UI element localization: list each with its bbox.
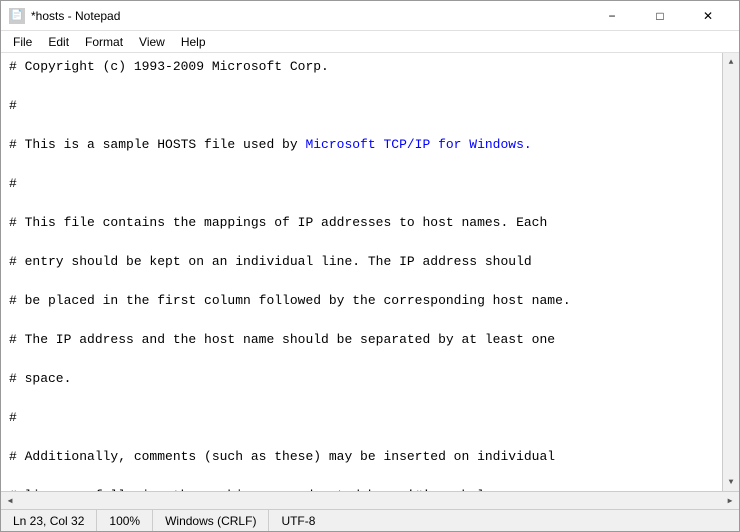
app-icon: 📄 <box>9 8 25 24</box>
title-bar: 📄 *hosts - Notepad − □ ✕ <box>1 1 739 31</box>
line-1: # Copyright (c) 1993-2009 Microsoft Corp… <box>9 57 714 77</box>
line-4: # <box>9 174 714 194</box>
menu-file[interactable]: File <box>5 33 40 51</box>
line-6: # entry should be kept on an individual … <box>9 252 714 272</box>
close-button[interactable]: ✕ <box>685 2 731 30</box>
title-bar-left: 📄 *hosts - Notepad <box>9 8 120 24</box>
status-line-ending: Windows (CRLF) <box>153 510 269 531</box>
scroll-down-arrow[interactable]: ▼ <box>723 473 740 491</box>
line-9: # space. <box>9 369 714 389</box>
scroll-up-arrow[interactable]: ▲ <box>723 53 740 71</box>
line-2: # <box>9 96 714 116</box>
menu-view[interactable]: View <box>131 33 173 51</box>
line-11: # Additionally, comments (such as these)… <box>9 447 714 467</box>
status-bar: Ln 23, Col 32 100% Windows (CRLF) UTF-8 <box>1 509 739 531</box>
blue-link-text: Microsoft TCP/IP for Windows. <box>305 137 531 152</box>
vertical-scrollbar[interactable]: ▲ ▼ <box>722 53 739 491</box>
window-title: *hosts - Notepad <box>31 9 120 23</box>
scroll-left-arrow[interactable]: ◀ <box>1 492 19 509</box>
menu-help[interactable]: Help <box>173 33 214 51</box>
menu-bar: File Edit Format View Help <box>1 31 739 53</box>
content-with-scrollbar: # Copyright (c) 1993-2009 Microsoft Corp… <box>1 53 739 491</box>
menu-edit[interactable]: Edit <box>40 33 77 51</box>
text-editor[interactable]: # Copyright (c) 1993-2009 Microsoft Corp… <box>1 53 722 491</box>
line-7: # be placed in the first column followed… <box>9 291 714 311</box>
line-3: # This is a sample HOSTS file used by Mi… <box>9 135 714 155</box>
line-10: # <box>9 408 714 428</box>
maximize-button[interactable]: □ <box>637 2 683 30</box>
scroll-track-horizontal[interactable] <box>19 492 721 509</box>
line-5: # This file contains the mappings of IP … <box>9 213 714 233</box>
menu-format[interactable]: Format <box>77 33 131 51</box>
status-zoom: 100% <box>97 510 153 531</box>
status-position: Ln 23, Col 32 <box>1 510 97 531</box>
editor-area: # Copyright (c) 1993-2009 Microsoft Corp… <box>1 53 739 509</box>
horizontal-scrollbar[interactable]: ◀ ▶ <box>1 491 739 509</box>
minimize-button[interactable]: − <box>589 2 635 30</box>
scroll-right-arrow[interactable]: ▶ <box>721 492 739 509</box>
notepad-window: 📄 *hosts - Notepad − □ ✕ File Edit Forma… <box>0 0 740 532</box>
window-controls: − □ ✕ <box>589 2 731 30</box>
scroll-track-vertical[interactable] <box>723 71 739 473</box>
line-8: # The IP address and the host name shoul… <box>9 330 714 350</box>
status-encoding: UTF-8 <box>269 510 327 531</box>
